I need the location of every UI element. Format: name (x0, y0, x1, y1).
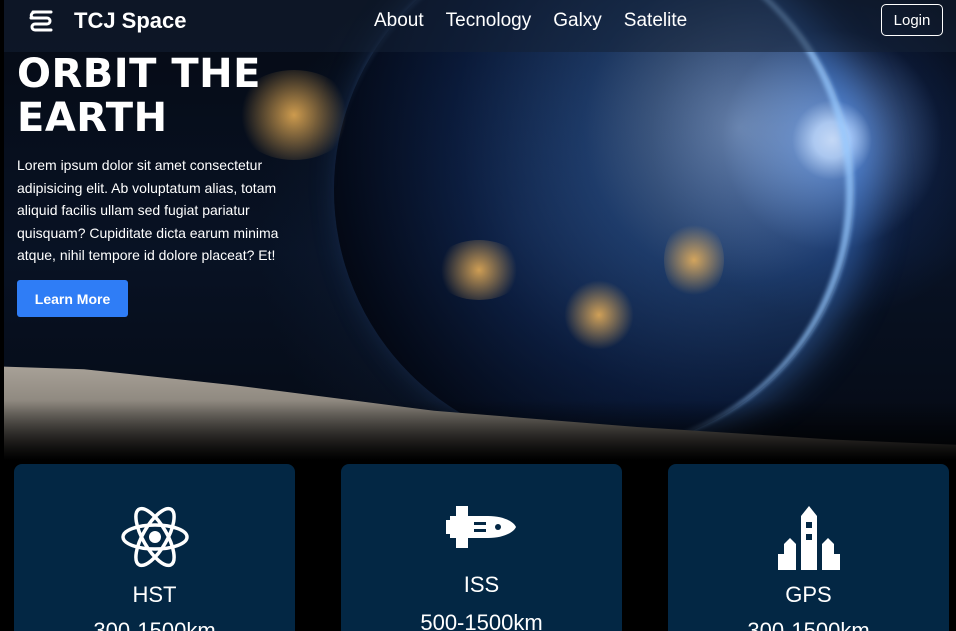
navbar: TCJ Space About Tecnology Galxy Satelite… (4, 0, 956, 52)
hero-description: Lorem ipsum dolor sit amet consectetur a… (17, 157, 279, 263)
card-range: 500-1500km (420, 610, 543, 631)
rocket-launch-icon (668, 504, 949, 572)
card-title: GPS (785, 582, 832, 607)
login-button[interactable]: Login (881, 4, 943, 36)
satellite-card-gps[interactable]: GPS 300-1500km (668, 464, 949, 631)
logo-icon (29, 10, 53, 32)
brand-logo[interactable] (24, 4, 58, 38)
satellite-card-hst[interactable]: HST 300-1500km (14, 464, 295, 631)
hero-title: ORBIT THE EARTH (17, 52, 317, 140)
nav-link-galxy[interactable]: Galxy (553, 10, 602, 32)
nav-link-about[interactable]: About (374, 10, 424, 32)
card-title: HST (132, 582, 177, 607)
city-lights (434, 240, 524, 300)
city-lights (664, 220, 724, 300)
card-range: 300-1500km (93, 618, 216, 631)
atom-icon (14, 504, 295, 570)
satellite-card-iss[interactable]: ISS 500-1500km (341, 464, 622, 631)
hero-fade (4, 400, 956, 460)
space-shuttle-icon (341, 502, 622, 552)
nav-link-satelite[interactable]: Satelite (624, 10, 687, 32)
hero-title-line-2: EARTH (17, 95, 168, 141)
brand-name[interactable]: TCJ Space (74, 8, 187, 34)
card-range: 300-1500km (747, 618, 870, 631)
city-lights (564, 280, 634, 350)
nav-link-tecnology[interactable]: Tecnology (446, 10, 532, 32)
card-title: ISS (463, 572, 500, 597)
learn-more-button[interactable]: Learn More (17, 280, 128, 317)
hero-title-line-1: ORBIT THE (17, 51, 261, 97)
nav-links: About Tecnology Galxy Satelite (374, 10, 687, 32)
earth-atmosphere-glow (334, 0, 854, 450)
